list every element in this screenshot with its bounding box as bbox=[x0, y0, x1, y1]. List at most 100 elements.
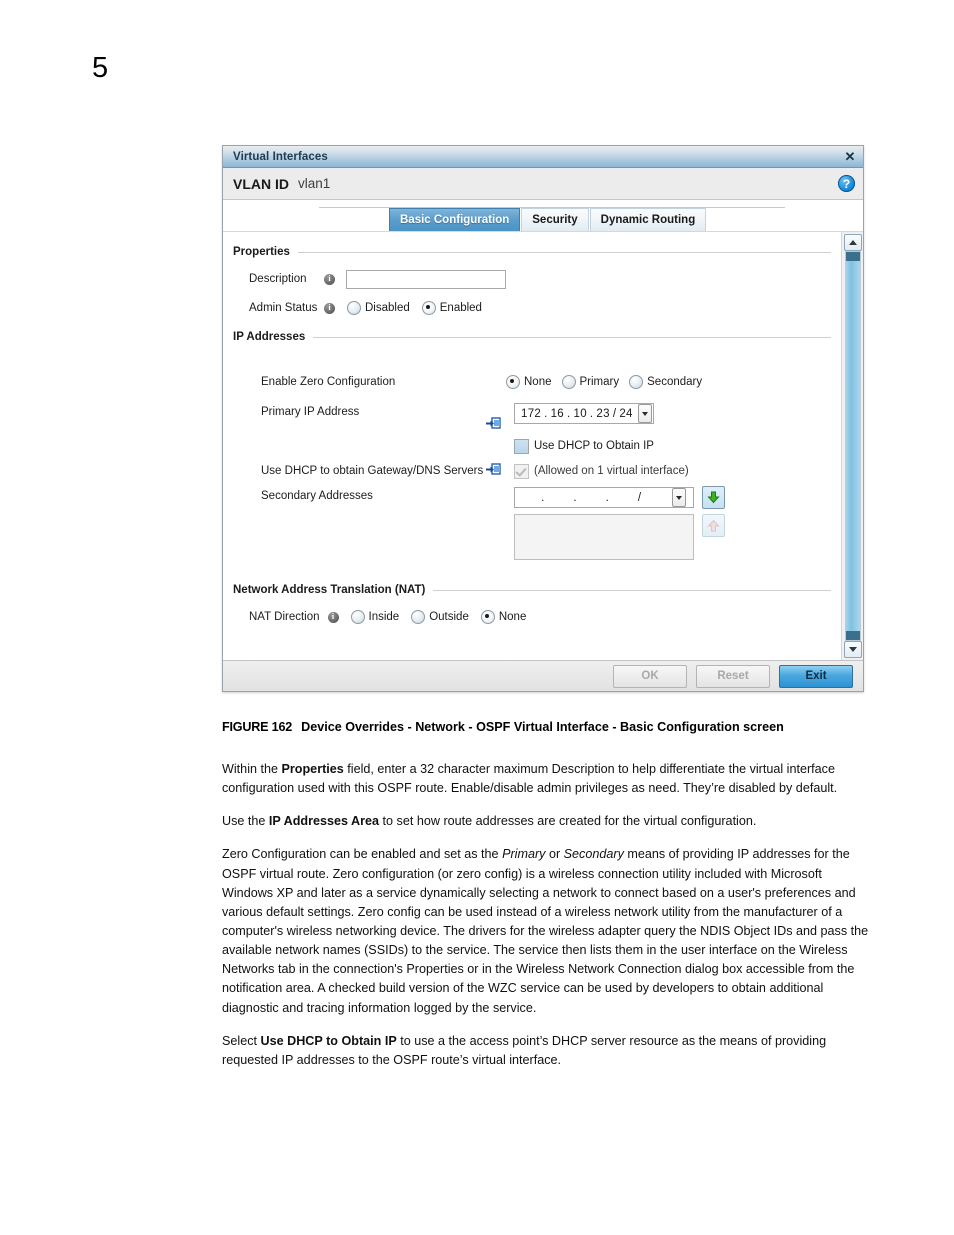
radio-label: Enabled bbox=[439, 302, 482, 314]
nat-direction-row: NAT Direction i Inside Outside None bbox=[249, 606, 841, 628]
remove-secondary-address-button bbox=[702, 514, 725, 537]
radio-label: Secondary bbox=[647, 376, 703, 388]
caret-down-icon bbox=[849, 647, 857, 652]
dialog-subheader: VLAN ID vlan1 ? bbox=[223, 168, 863, 200]
radio-dot bbox=[347, 301, 361, 315]
nat-direction-label: NAT Direction bbox=[249, 611, 320, 623]
dialog-title: Virtual Interfaces bbox=[233, 150, 328, 163]
use-dhcp-gateway-label: Use DHCP to obtain Gateway/DNS Servers bbox=[261, 465, 484, 477]
nat-direction-none-radio[interactable]: None bbox=[480, 610, 527, 624]
exit-button[interactable]: Exit bbox=[779, 664, 853, 688]
scroll-up-button[interactable] bbox=[844, 234, 862, 251]
section-properties-title: Properties bbox=[233, 246, 290, 258]
ip-octet-3[interactable]: 10 bbox=[572, 408, 589, 420]
chevron-down-icon bbox=[676, 495, 683, 500]
nat-direction-outside-radio[interactable]: Outside bbox=[411, 610, 469, 624]
section-nat-header: Network Address Translation (NAT) bbox=[233, 584, 841, 596]
secondary-addresses-controls: . . . / bbox=[514, 486, 725, 560]
reset-button[interactable]: Reset bbox=[696, 664, 770, 688]
primary-ip-override-icon-wrap bbox=[486, 403, 514, 433]
nat-direction-inside-radio[interactable]: Inside bbox=[350, 610, 400, 624]
tab-security[interactable]: Security bbox=[521, 208, 589, 231]
use-dhcp-to-obtain-ip-checkbox[interactable]: Use DHCP to Obtain IP bbox=[514, 438, 654, 454]
info-icon[interactable]: i bbox=[327, 611, 339, 623]
radio-dot bbox=[561, 375, 576, 389]
text-run-bold: Use DHCP to Obtain IP bbox=[260, 1033, 397, 1048]
ip-mask-separator: / bbox=[637, 491, 642, 504]
use-dhcp-gateway-row: Use DHCP to obtain Gateway/DNS Servers (… bbox=[261, 460, 841, 482]
radio-label: Outside bbox=[429, 611, 469, 623]
scrollbar-thumb[interactable] bbox=[846, 252, 860, 640]
text-run-bold: IP Addresses Area bbox=[268, 814, 380, 829]
text-run-italic: Primary bbox=[502, 847, 546, 862]
zero-config-secondary-radio[interactable]: Secondary bbox=[629, 375, 702, 389]
description-input[interactable] bbox=[346, 269, 506, 289]
text-run: Zero Configuration can be enabled and se… bbox=[222, 847, 503, 862]
radio-dot bbox=[411, 610, 426, 624]
override-icon[interactable] bbox=[486, 417, 501, 430]
vlan-id-label: VLAN ID bbox=[233, 175, 289, 192]
section-ip-addresses-title: IP Addresses bbox=[233, 331, 306, 343]
admin-status-enabled-radio[interactable]: Enabled bbox=[421, 301, 482, 315]
zero-config-primary-radio[interactable]: Primary bbox=[561, 375, 620, 389]
ip-octet-2[interactable]: 16 bbox=[549, 408, 566, 420]
add-secondary-address-button[interactable] bbox=[702, 486, 725, 509]
close-icon[interactable]: ✕ bbox=[843, 150, 857, 164]
paragraph-2: Use the IP Addresses Area to set how rou… bbox=[222, 812, 872, 831]
tab-basic-configuration[interactable]: Basic Configuration bbox=[389, 208, 521, 231]
primary-ip-address-input[interactable]: 172 . 16 . 10 . 23 / 24 bbox=[514, 403, 654, 424]
text-run-bold: Properties bbox=[281, 762, 344, 776]
info-icon[interactable]: i bbox=[324, 273, 335, 285]
override-icon[interactable] bbox=[486, 463, 501, 476]
ip-separator: . bbox=[605, 491, 610, 504]
ip-octet-4[interactable]: 23 bbox=[594, 408, 611, 420]
caret-up-icon bbox=[849, 240, 857, 245]
virtual-interfaces-dialog: Virtual Interfaces ✕ VLAN ID vlan1 ? Bas… bbox=[222, 145, 864, 692]
ip-mask-spinner[interactable] bbox=[672, 488, 687, 507]
description-row: Description i bbox=[249, 268, 841, 290]
ip-mask[interactable]: 24 bbox=[617, 408, 634, 420]
secondary-addresses-label: Secondary Addresses bbox=[261, 490, 373, 502]
admin-status-label: Admin Status bbox=[249, 302, 318, 314]
checkbox-box bbox=[514, 438, 529, 454]
zero-config-none-radio[interactable]: None bbox=[506, 375, 552, 389]
section-rule bbox=[297, 251, 831, 253]
zero-config-row: Enable Zero Configuration None Primary S… bbox=[261, 371, 841, 393]
radio-dot bbox=[506, 375, 520, 389]
ip-mask-spinner[interactable] bbox=[637, 404, 652, 423]
radio-label: Inside bbox=[368, 611, 400, 623]
body-text: Within the Properties field, enter a 32 … bbox=[222, 760, 872, 1084]
text-run: Select bbox=[222, 1033, 261, 1048]
info-icon[interactable]: i bbox=[324, 302, 335, 314]
help-icon[interactable]: ? bbox=[838, 175, 855, 192]
section-ip-addresses-header: IP Addresses bbox=[233, 331, 841, 343]
paragraph-3: Zero Configuration can be enabled and se… bbox=[222, 845, 872, 1017]
radio-label: None bbox=[498, 611, 527, 623]
radio-dot bbox=[350, 610, 365, 624]
description-label: Description bbox=[249, 273, 307, 285]
admin-status-disabled-radio[interactable]: Disabled bbox=[347, 301, 410, 315]
use-dhcp-ip-row: Use DHCP to Obtain IP bbox=[514, 435, 841, 457]
ok-button[interactable]: OK bbox=[613, 664, 687, 688]
checkbox-box bbox=[514, 463, 529, 479]
radio-dot bbox=[480, 610, 495, 624]
vlan-id-value: vlan1 bbox=[298, 176, 331, 191]
ip-octet-1[interactable]: 172 bbox=[519, 408, 543, 420]
use-dhcp-gateway-checkbox: (Allowed on 1 virtual interface) bbox=[514, 463, 689, 479]
secondary-addresses-list[interactable] bbox=[514, 514, 694, 560]
page-number: 5 bbox=[92, 52, 109, 84]
section-rule bbox=[313, 336, 831, 338]
scrollbar-track[interactable] bbox=[845, 251, 861, 641]
radio-label: None bbox=[524, 376, 552, 388]
text-run: means of providing IP addresses for the … bbox=[222, 847, 869, 1015]
figure-title: Device Overrides - Network - OSPF Virtua… bbox=[301, 720, 784, 734]
radio-label: Primary bbox=[579, 376, 620, 388]
dialog-titlebar: Virtual Interfaces ✕ bbox=[223, 146, 863, 168]
chevron-down-icon bbox=[641, 411, 648, 416]
figure-caption: FIGURE 162 Device Overrides - Network - O… bbox=[222, 720, 882, 735]
secondary-ip-address-input[interactable]: . . . / bbox=[514, 487, 694, 508]
scroll-down-button[interactable] bbox=[844, 641, 862, 658]
primary-ip-row: Primary IP Address 172 . 16 . 10 . 23 / … bbox=[261, 403, 841, 433]
vertical-scrollbar[interactable] bbox=[841, 232, 863, 660]
tab-dynamic-routing[interactable]: Dynamic Routing bbox=[589, 208, 707, 231]
